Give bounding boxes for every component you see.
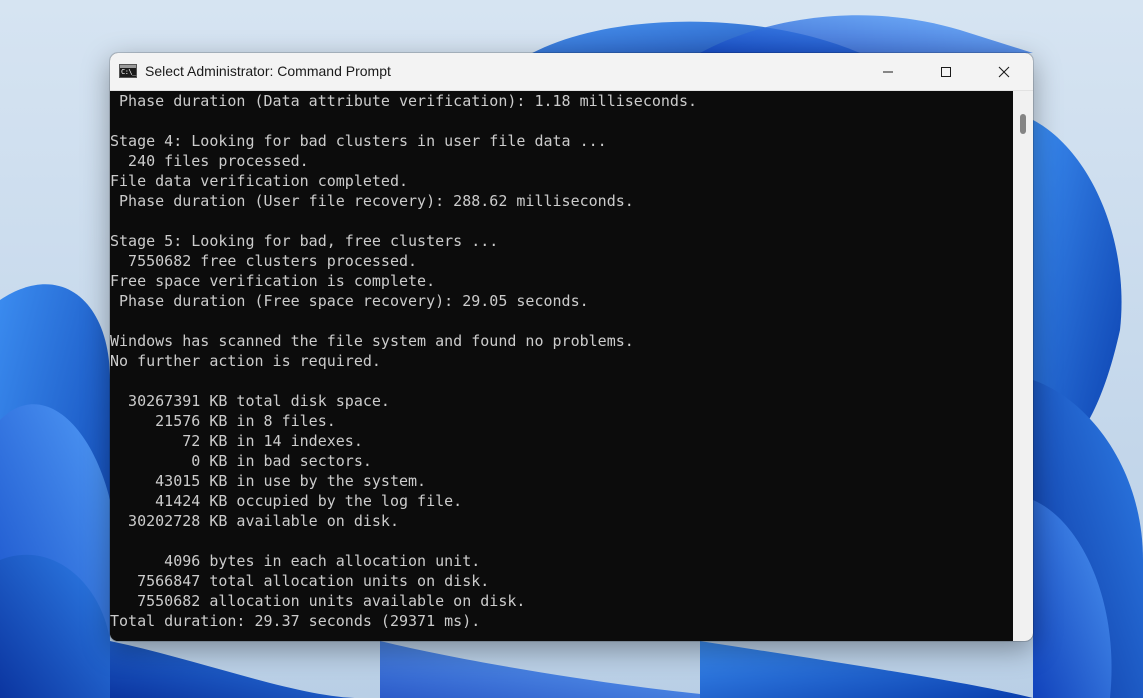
maximize-button[interactable] — [917, 53, 975, 90]
console-line: Stage 5: Looking for bad, free clusters … — [110, 232, 499, 250]
close-button[interactable] — [975, 53, 1033, 90]
command-prompt-window[interactable]: C:\_ Select Administrator: Command Promp… — [110, 53, 1033, 641]
app-icon-label: C:\_ — [121, 68, 136, 76]
console-line: Total duration: 29.37 seconds (29371 ms)… — [110, 612, 481, 630]
vertical-scrollbar[interactable] — [1013, 91, 1033, 641]
console-line: 4096 bytes in each allocation unit. — [110, 552, 481, 570]
console-line: 72 KB in 14 indexes. — [110, 432, 363, 450]
console-line: 30202728 KB available on disk. — [110, 512, 399, 530]
minimize-icon — [883, 71, 893, 72]
console-line: Phase duration (User file recovery): 288… — [110, 192, 634, 210]
console-line: Stage 4: Looking for bad clusters in use… — [110, 132, 607, 150]
console-line: 0 KB in bad sectors. — [110, 452, 372, 470]
console-line: 240 files processed. — [110, 152, 309, 170]
console-line: File data verification completed. — [110, 172, 409, 190]
close-icon — [998, 66, 1010, 77]
console-line: 7566847 total allocation units on disk. — [110, 572, 490, 590]
console-line: Phase duration (Free space recovery): 29… — [110, 292, 589, 310]
console-output[interactable]: Phase duration (Data attribute verificat… — [110, 91, 1013, 641]
console-line: 7550682 free clusters processed. — [110, 252, 418, 270]
console-line: 30267391 KB total disk space. — [110, 392, 390, 410]
minimize-button[interactable] — [859, 53, 917, 90]
console-text[interactable]: Phase duration (Data attribute verificat… — [110, 91, 1013, 631]
console-line: 21576 KB in 8 files. — [110, 412, 336, 430]
maximize-icon — [941, 66, 951, 77]
console-line: No further action is required. — [110, 352, 381, 370]
console-line: 41424 KB occupied by the log file. — [110, 492, 463, 510]
console-line: Phase duration (Data attribute verificat… — [110, 92, 697, 110]
console-line: Windows has scanned the file system and … — [110, 332, 634, 350]
console-line: Free space verification is complete. — [110, 272, 436, 290]
command-prompt-icon: C:\_ — [119, 64, 137, 78]
scrollbar-thumb[interactable] — [1020, 114, 1026, 134]
console-line: 7550682 allocation units available on di… — [110, 592, 526, 610]
console-line: 43015 KB in use by the system. — [110, 472, 427, 490]
window-title: Select Administrator: Command Prompt — [145, 63, 391, 79]
title-bar[interactable]: C:\_ Select Administrator: Command Promp… — [110, 53, 1033, 91]
